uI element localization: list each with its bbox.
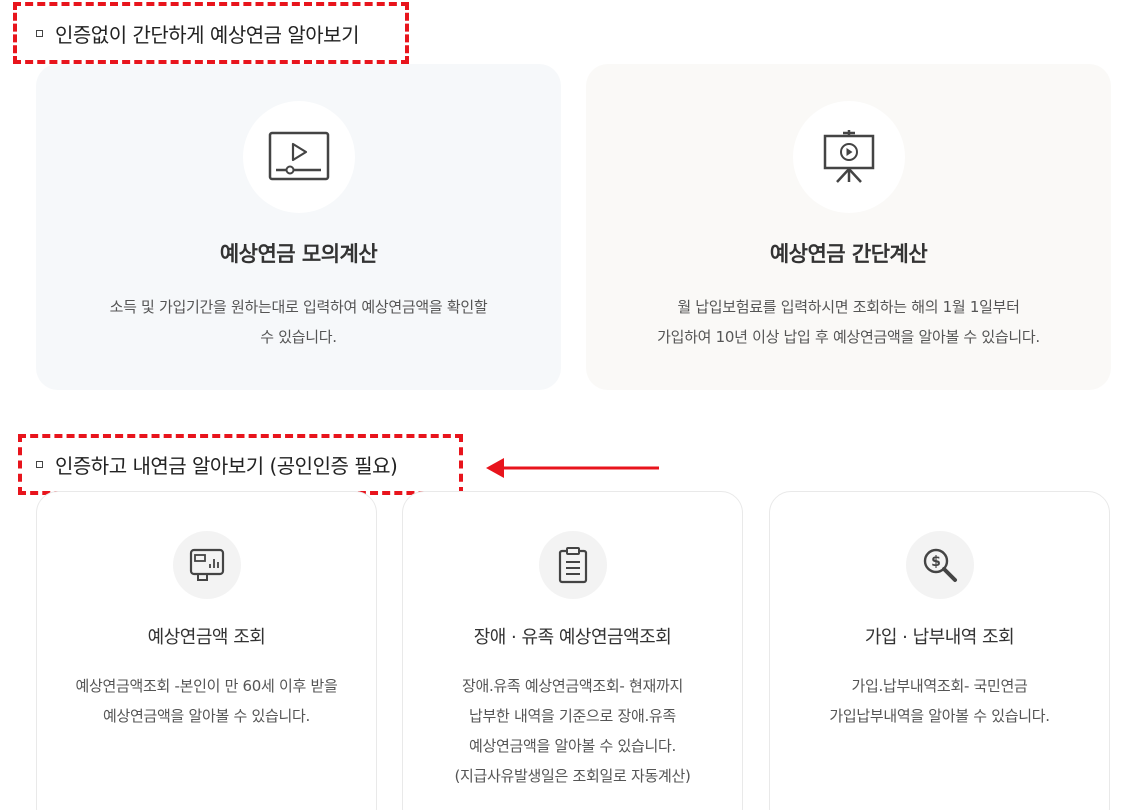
card-enrollment-payment-history[interactable]: $ 가입 · 납부내역 조회 가입.납부내역조회- 국민연금 가입납부내역을 알… [769,491,1110,810]
desc-line: 가입하여 10년 이상 납입 후 예상연금액을 알아볼 수 있습니다. [657,328,1040,346]
card-icon-circle [242,101,355,213]
card-description: 가입.납부내역조회- 국민연금 가입납부내역을 알아볼 수 있습니다. [829,671,1050,731]
card-disability-survivor-pension-inquiry[interactable]: 장애 · 유족 예상연금액조회 장애.유족 예상연금액조회- 현재까지 납부한 … [402,491,743,810]
card-title: 예상연금 간단계산 [769,242,928,266]
card-description: 소득 및 가입기간을 원하는대로 입력하여 예상연금액을 확인할 수 있습니다. [110,292,488,352]
card-simple-pension-calc[interactable]: 예상연금 간단계산 월 납입보험료를 입력하시면 조회하는 해의 1월 1일부터… [586,64,1111,390]
desc-line: 수 있습니다. [260,328,337,346]
desc-line: (지급사유발생일은 조회일로 자동계산) [454,767,691,785]
desc-line: 예상연금액을 알아볼 수 있습니다. [103,707,310,725]
desc-line: 예상연금액을 알아볼 수 있습니다. [469,737,676,755]
card-description: 월 납입보험료를 입력하시면 조회하는 해의 1월 1일부터 가입하여 10년 … [657,292,1040,352]
desc-line: 가입납부내역을 알아볼 수 있습니다. [829,707,1050,725]
card-description: 장애.유족 예상연금액조회- 현재까지 납부한 내역을 기준으로 장애.유족 예… [454,671,690,791]
card-icon-circle [792,101,905,213]
clipboard-list-icon [558,547,587,584]
card-expected-pension-inquiry[interactable]: 예상연금액 조회 예상연금액조회 -본인이 만 60세 이후 받을 예상연금액을… [36,491,377,810]
card-simulated-pension-calc[interactable]: 예상연금 모의계산 소득 및 가입기간을 원하는대로 입력하여 예상연금액을 확… [36,64,561,390]
desc-line: 월 납입보험료를 입력하시면 조회하는 해의 1월 1일부터 [677,298,1020,316]
card-description: 예상연금액조회 -본인이 만 60세 이후 받을 예상연금액을 알아볼 수 있습… [76,671,338,731]
card-title: 예상연금액 조회 [147,627,266,648]
svg-text:$: $ [931,554,941,570]
section1-title: 인증없이 간단하게 예상연금 알아보기 [36,19,359,48]
desc-line: 가입.납부내역조회- 국민연금 [851,677,1028,695]
card-icon-circle: $ [905,531,974,599]
square-bullet-icon [36,461,43,468]
red-arrow-annotation [486,458,659,478]
card-title: 장애 · 유족 예상연금액조회 [473,627,672,648]
card-title: 예상연금 모의계산 [219,242,378,266]
card-title: 가입 · 납부내역 조회 [864,627,1015,648]
presentation-board-icon [823,130,874,183]
card-icon-circle [538,531,607,599]
section1-title-text: 인증없이 간단하게 예상연금 알아보기 [55,23,359,47]
desc-line: 장애.유족 예상연금액조회- 현재까지 [461,677,683,695]
section2-title-text: 인증하고 내연금 알아보기 (공인인증 필요) [55,454,398,478]
dollar-search-icon: $ [923,548,957,582]
section2-title: 인증하고 내연금 알아보기 (공인인증 필요) [36,450,398,479]
desc-line: 납부한 내역을 기준으로 장애.유족 [469,707,676,725]
desc-line: 소득 및 가입기간을 원하는대로 입력하여 예상연금액을 확인할 [109,298,488,316]
card-icon-circle [172,531,241,599]
video-play-icon [268,131,329,181]
monitor-chart-icon [189,548,224,581]
desc-line: 예상연금액조회 -본인이 만 60세 이후 받을 [75,677,338,695]
square-bullet-icon [36,30,43,37]
